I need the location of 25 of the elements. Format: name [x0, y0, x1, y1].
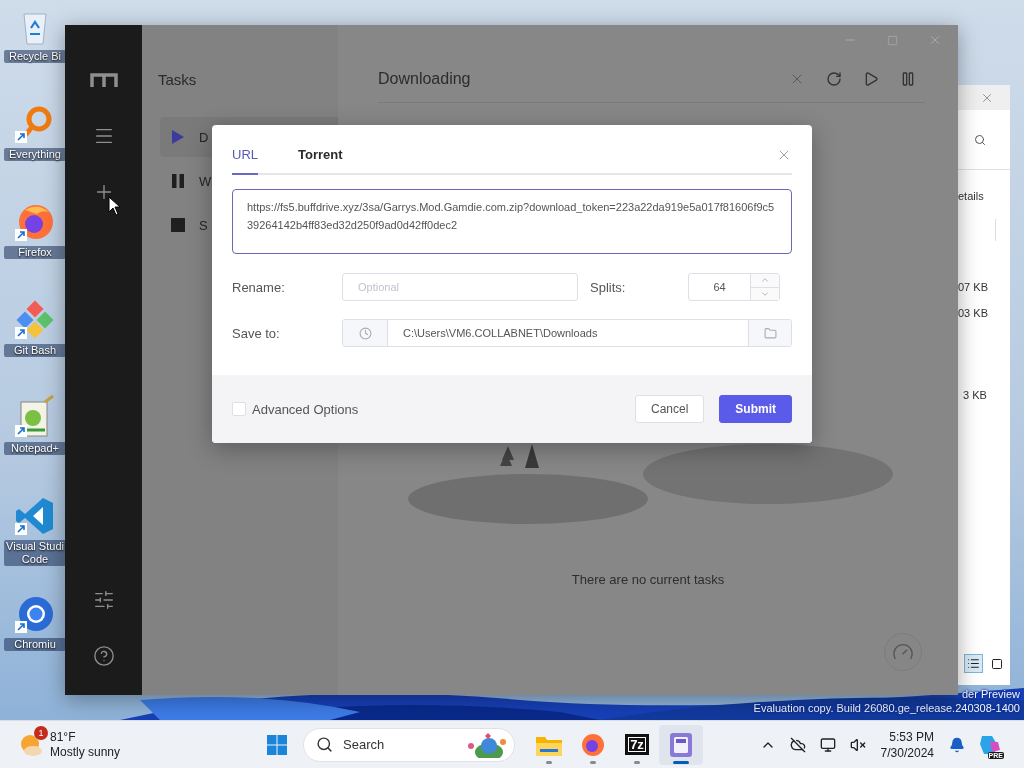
empty-state-text: There are no current tasks — [571, 572, 725, 587]
checkbox-label: Advanced Options — [252, 401, 360, 417]
desktop-icon-label: Notepad+ — [4, 442, 66, 455]
weather-condition: Mostly sunny — [50, 744, 121, 760]
file-size: 03 KB — [958, 307, 989, 319]
desktop-icon-label: Recycle Bi — [4, 50, 66, 63]
field-label: Save to: — [232, 325, 281, 341]
temperature-text: 81°F — [50, 729, 77, 745]
file-size: 3 KB — [962, 389, 988, 401]
file-size: 07 KB — [958, 281, 989, 293]
watermark-text: Evaluation copy. Build 26080.ge_release.240308-1400 — [753, 701, 1020, 715]
page-title: Downloading — [378, 69, 472, 88]
desktop-icon-label: Everything — [4, 148, 66, 161]
desktop-icon-label: Chromiu — [4, 638, 66, 651]
notification-badge: 1 — [34, 725, 48, 740]
desktop-icon-label: Firefox — [4, 246, 66, 259]
task-filter-label: D — [199, 129, 209, 145]
watermark-text: der Preview — [961, 687, 1020, 701]
desktop-icon-label: Visual Studi Code — [4, 540, 66, 566]
panel-title: Tasks — [157, 71, 198, 89]
task-filter-label: W — [199, 173, 212, 189]
task-filter-label: S — [199, 217, 208, 233]
field-label: Splits: — [589, 279, 627, 295]
desktop-icon-label: Git Bash — [4, 344, 66, 357]
field-label: Rename: — [232, 279, 286, 295]
